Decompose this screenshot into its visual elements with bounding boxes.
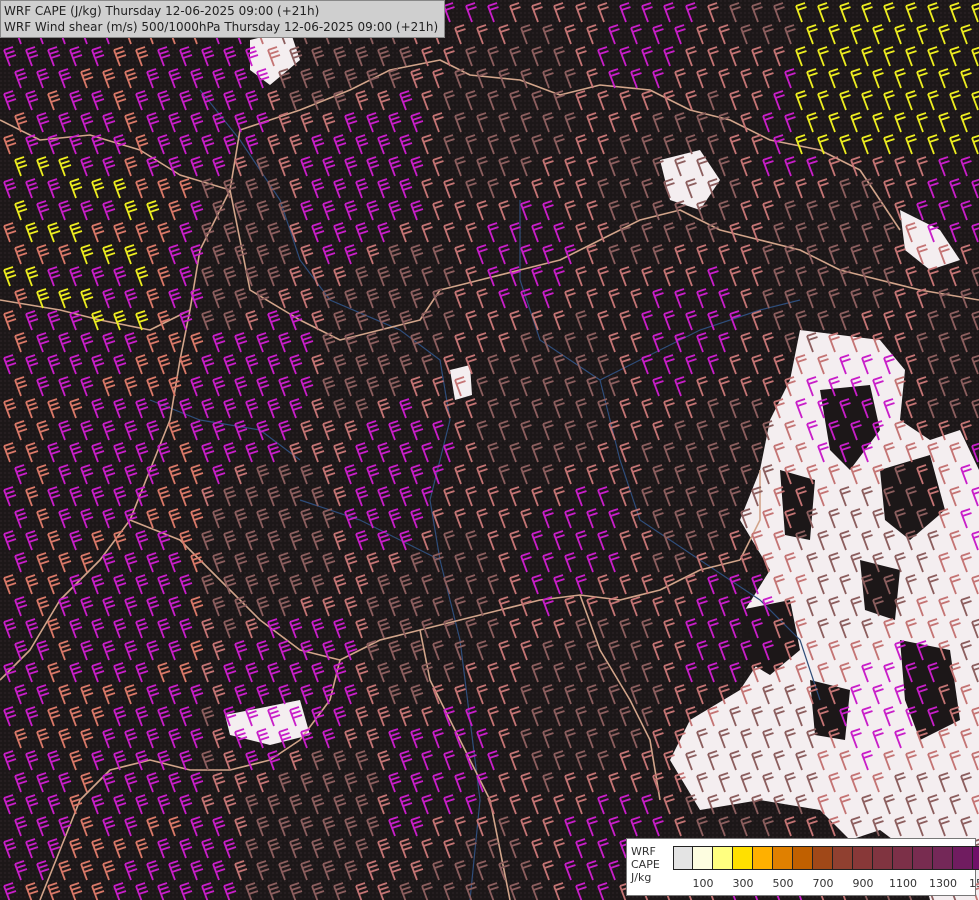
legend-unit-label: J/kg [631,871,652,884]
legend-tick: 900 [852,877,874,890]
legend-swatch [973,846,979,870]
legend-swatch [773,846,793,870]
legend-swatch [833,846,853,870]
map-canvas [0,0,979,900]
legend-swatch [853,846,873,870]
legend-tick: 300 [732,877,754,890]
shear-title: WRF Wind shear (m/s) 500/1000hPa Thursda… [4,20,439,34]
legend-swatch [713,846,733,870]
legend-swatch [753,846,773,870]
legend-swatch [733,846,753,870]
legend-swatch [873,846,893,870]
legend-tick: 1300 [929,877,957,890]
legend-tick: 700 [812,877,834,890]
cape-title: WRF CAPE (J/kg) Thursday 12-06-2025 09:0… [4,4,320,18]
legend-swatch [913,846,933,870]
legend-variable-label: CAPE [631,858,660,871]
legend-tick: 1500 [969,877,979,890]
legend-tick: 100 [692,877,714,890]
weather-map: WRF CAPE (J/kg) Thursday 12-06-2025 09:0… [0,0,979,900]
cape-legend: WRF CAPE J/kg 100 300 500 700 900 1100 1300 150… [626,838,979,896]
legend-tick: 1100 [889,877,917,890]
legend-swatch [793,846,813,870]
legend-swatch [893,846,913,870]
legend-swatch [813,846,833,870]
legend-swatch [673,846,693,870]
legend-color-scale [673,846,979,870]
legend-tick-labels: 100 300 500 700 900 1100 1300 1500 [673,877,979,891]
legend-swatch [953,846,973,870]
legend-swatch [693,846,713,870]
legend-model-label: WRF [631,845,656,858]
map-title-box: WRF CAPE (J/kg) Thursday 12-06-2025 09:0… [0,0,446,38]
legend-labels: WRF CAPE J/kg [631,845,671,884]
legend-swatch [933,846,953,870]
legend-tick: 500 [772,877,794,890]
